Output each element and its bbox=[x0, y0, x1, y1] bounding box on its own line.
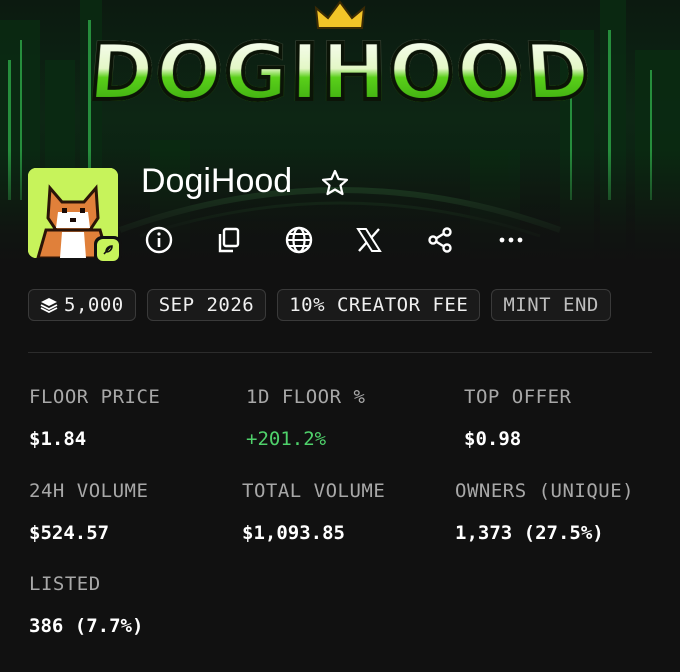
stat-floor-price: FLOOR PRICE $1.84 bbox=[29, 386, 160, 450]
layers-icon bbox=[40, 296, 58, 314]
copy-button[interactable] bbox=[211, 222, 247, 258]
stat-label: FLOOR PRICE bbox=[29, 386, 160, 408]
stat-value: $524.57 bbox=[29, 522, 148, 544]
stat-label: TOTAL VOLUME bbox=[242, 480, 385, 502]
stat-value: $1,093.85 bbox=[242, 522, 385, 544]
stat-total-volume: TOTAL VOLUME $1,093.85 bbox=[242, 480, 385, 544]
banner-logo-text: DOGIHOOD bbox=[85, 29, 596, 118]
feather-icon bbox=[101, 243, 115, 257]
stat-1d-floor-change: 1D FLOOR % +201.2% bbox=[246, 386, 365, 450]
website-button[interactable] bbox=[281, 222, 317, 258]
share-icon bbox=[425, 225, 455, 255]
chip-creator-fee[interactable]: 10% CREATOR FEE bbox=[277, 289, 480, 321]
crown-icon bbox=[314, 0, 366, 30]
stat-label: OWNERS (UNIQUE) bbox=[455, 480, 634, 502]
more-options-button[interactable] bbox=[493, 222, 529, 258]
stat-label: LISTED bbox=[29, 573, 143, 595]
star-icon[interactable] bbox=[320, 168, 350, 198]
chip-label: SEP 2026 bbox=[159, 294, 255, 316]
globe-icon bbox=[284, 225, 314, 255]
stat-24h-volume: 24H VOLUME $524.57 bbox=[29, 480, 148, 544]
verified-badge bbox=[94, 236, 122, 264]
section-divider bbox=[28, 352, 652, 353]
stat-label: 1D FLOOR % bbox=[246, 386, 365, 408]
chip-label: 5,000 bbox=[64, 294, 124, 316]
copy-icon bbox=[214, 225, 244, 255]
stat-label: TOP OFFER bbox=[464, 386, 571, 408]
stat-value: $0.98 bbox=[464, 428, 571, 450]
stat-value: 386 (7.7%) bbox=[29, 615, 143, 637]
info-icon bbox=[144, 225, 174, 255]
info-button[interactable] bbox=[141, 222, 177, 258]
chip-supply[interactable]: 5,000 bbox=[28, 289, 136, 321]
chip-mint-end[interactable]: MINT END bbox=[491, 289, 611, 321]
chip-label: MINT END bbox=[503, 294, 599, 316]
stat-listed: LISTED 386 (7.7%) bbox=[29, 573, 143, 637]
stat-value: $1.84 bbox=[29, 428, 160, 450]
stat-owners: OWNERS (UNIQUE) 1,373 (27.5%) bbox=[455, 480, 634, 544]
collection-name: DogiHood bbox=[141, 162, 292, 201]
stat-top-offer: TOP OFFER $0.98 bbox=[464, 386, 571, 450]
chip-label: 10% CREATOR FEE bbox=[289, 294, 468, 316]
info-chips: 5,000 SEP 2026 10% CREATOR FEE MINT END bbox=[28, 289, 652, 323]
x-logo-icon bbox=[355, 226, 383, 254]
chip-date[interactable]: SEP 2026 bbox=[147, 289, 267, 321]
share-button[interactable] bbox=[422, 222, 458, 258]
more-dots-icon bbox=[496, 225, 526, 255]
stat-value: +201.2% bbox=[246, 428, 365, 450]
stat-label: 24H VOLUME bbox=[29, 480, 148, 502]
x-twitter-button[interactable] bbox=[351, 222, 387, 258]
stat-value: 1,373 (27.5%) bbox=[455, 522, 634, 544]
